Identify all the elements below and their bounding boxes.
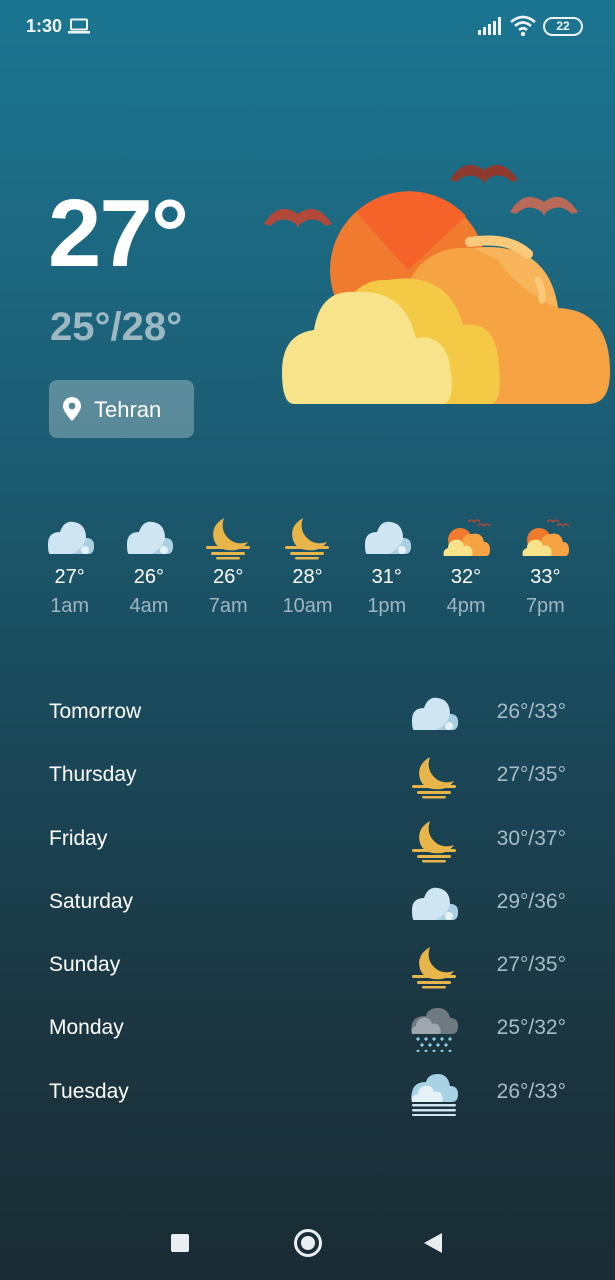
daily-row[interactable]: Thursday 27°/35° [0,743,615,806]
hourly-temperature: 26° [133,566,165,588]
hourly-time: 1am [50,595,90,617]
cloud-icon [126,521,173,554]
hourly-item[interactable]: 32° 4pm [426,512,505,622]
location-button[interactable]: Tehran [49,380,194,438]
moon-icon [412,757,456,799]
moon-icon [412,820,456,863]
day-temperature-range: 27°/35° [496,763,566,787]
sun-behind-clouds-icon [264,164,610,404]
hourly-item[interactable]: 28° 10am [268,512,347,622]
day-temperature-range: 26°/33° [496,1079,566,1103]
today-temperature-range: 25°/28° [50,305,183,349]
day-name: Tomorrow [49,700,142,723]
daily-row[interactable]: Sunday 27°/35° [0,933,615,996]
hourly-time: 10am [282,595,333,617]
back-button[interactable] [424,1233,442,1253]
hourly-item[interactable]: 27° 1am [30,512,109,622]
daily-row[interactable]: Tomorrow 26°/33° [0,680,615,743]
daily-row[interactable]: Monday 25°/32° [0,996,615,1059]
daily-row[interactable]: Saturday 29°/36° [0,870,615,933]
hourly-item[interactable]: 31° 1pm [347,512,426,622]
hourly-time: 7pm [525,595,565,617]
location-name: Tehran [94,397,162,422]
day-name: Saturday [49,889,134,913]
sun-cloud-icon [443,519,491,556]
wifi-icon [510,15,536,37]
battery-level: 22 [556,19,570,33]
signal-icon [478,17,501,35]
daily-forecast: Tomorrow 26°/33° Thursday 27°/35° Friday… [0,680,615,1123]
moon-icon [206,518,251,560]
day-name: Thursday [49,763,137,787]
hourly-temperature: 27° [54,566,85,588]
day-temperature-range: 30°/37° [496,826,566,850]
day-temperature-range: 26°/33° [496,700,566,723]
hourly-temperature: 31° [371,566,402,588]
sun-cloud-icon [522,519,570,556]
hourly-item[interactable]: 26° 4am [109,512,188,622]
fog-icon [411,1073,458,1116]
bird-icon [510,196,578,216]
cloud-icon [47,521,94,554]
home-button[interactable] [294,1229,322,1257]
bird-icon [264,208,332,228]
day-name: Monday [49,1016,124,1040]
bird-icon [450,164,518,184]
hourly-forecast: 27° 1am 26° 4am 26° 7am 28° 10am 31° 1pm… [30,512,585,622]
status-bar: 1:30 22 [0,0,615,54]
hourly-time: 4pm [446,595,486,617]
hourly-item[interactable]: 33° 7pm [506,512,585,622]
rain-icon [411,1008,458,1053]
status-time: 1:30 [26,16,63,36]
hourly-temperature: 32° [450,566,482,588]
moon-icon [285,518,330,560]
daily-row[interactable]: Friday 30°/37° [0,807,615,870]
day-temperature-range: 29°/36° [496,889,566,913]
day-temperature-range: 27°/35° [496,953,566,977]
current-temperature: 27° [48,180,189,287]
hourly-temperature: 28° [292,566,323,588]
day-name: Friday [49,826,108,850]
day-name: Sunday [49,953,121,977]
hourly-time: 1pm [367,595,407,617]
cloud-icon [364,521,411,554]
cloud-icon [412,697,458,730]
laptop-icon [68,18,90,34]
battery-icon: 22 [543,17,583,36]
moon-icon [412,947,456,989]
location-pin-icon [63,397,81,421]
recent-apps-button[interactable] [171,1234,189,1252]
hourly-time: 4am [129,595,169,617]
hourly-time: 7am [208,595,248,617]
hourly-item[interactable]: 26° 7am [189,512,268,622]
system-navigation-bar [0,1212,615,1280]
daily-row[interactable]: Tuesday 26°/33° [0,1060,615,1123]
cloud-icon [412,887,458,920]
day-name: Tuesday [49,1079,129,1103]
day-temperature-range: 25°/32° [496,1016,566,1040]
hourly-temperature: 33° [530,566,561,588]
hourly-temperature: 26° [213,566,244,588]
